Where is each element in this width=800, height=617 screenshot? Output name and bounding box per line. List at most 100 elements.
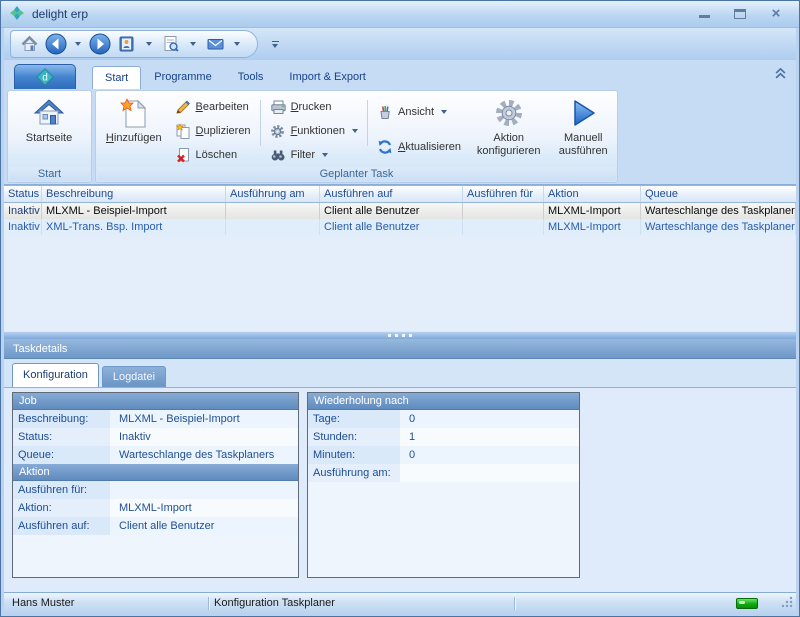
application-button[interactable]: d xyxy=(14,64,76,89)
close-button[interactable]: × xyxy=(769,7,783,21)
cell-status: Inaktiv xyxy=(4,219,42,235)
detail-row: Aktion: MLXML-Import xyxy=(13,499,298,517)
detail-row: Beschreibung: MLXML - Beispiel-Import xyxy=(13,410,298,428)
house-icon xyxy=(33,95,65,131)
maximize-button[interactable] xyxy=(733,7,747,21)
detail-row: Queue: Warteschlange des Taskplaners xyxy=(13,446,298,464)
statusbar-user: Hans Muster xyxy=(12,597,74,609)
column-header-aktion[interactable]: Aktion xyxy=(544,186,641,202)
column-header-status[interactable]: Status xyxy=(4,186,42,202)
ribbon-separator xyxy=(367,100,368,146)
tab-logdatei[interactable]: Logdatei xyxy=(102,366,166,387)
ribbon-group-geplanter-task: Hinzufügen Bearbeiten Duplizieren xyxy=(95,90,618,183)
detail-row: Ausführung am: xyxy=(308,464,579,482)
home-button[interactable] xyxy=(16,32,42,56)
taskdetails-tab-row: Konfiguration Logdatei xyxy=(4,359,796,388)
aktualisieren-button[interactable]: Aktualisieren xyxy=(372,137,466,157)
field-label: Ausführen auf: xyxy=(13,517,110,535)
hinzufuegen-label: Hinzufügen xyxy=(106,132,162,145)
back-dropdown-caret-icon[interactable] xyxy=(75,42,81,46)
toolbar-overflow-button[interactable] xyxy=(268,41,282,48)
column-header-ausfuehren-fuer[interactable]: Ausführen für xyxy=(463,186,544,202)
task-grid: Status Beschreibung Ausführung am Ausfüh… xyxy=(4,185,796,331)
address-book-icon xyxy=(118,35,136,53)
field-label: Stunden: xyxy=(308,428,400,446)
report-preview-button[interactable] xyxy=(158,32,184,56)
field-label: Status: xyxy=(13,428,110,446)
toolbar-overflow-icon xyxy=(272,41,279,42)
minimize-button[interactable] xyxy=(697,7,711,21)
bearbeiten-button[interactable]: Bearbeiten xyxy=(170,97,256,117)
tab-tools[interactable]: Tools xyxy=(225,66,277,89)
gear-large-icon xyxy=(493,95,525,131)
table-row[interactable]: Inaktiv XML-Trans. Bsp. Import Client al… xyxy=(4,219,796,235)
cell-ausfuehren-auf: Client alle Benutzer xyxy=(320,219,463,235)
view-actions-column: Ansicht Aktualisieren xyxy=(372,92,466,157)
window-frame: d Start Programme Tools Import & Export … xyxy=(1,28,799,616)
svg-text:d: d xyxy=(42,73,48,84)
tab-start[interactable]: Start xyxy=(92,66,141,89)
column-header-beschreibung[interactable]: Beschreibung xyxy=(42,186,226,202)
pen-cup-icon xyxy=(377,104,393,120)
startseite-label: Startseite xyxy=(26,132,72,145)
duplicate-pages-icon xyxy=(175,123,191,139)
funktionen-label: Funktionen xyxy=(291,125,345,137)
mail-button[interactable] xyxy=(202,32,228,56)
bearbeiten-label: Bearbeiten xyxy=(196,101,249,113)
contacts-button[interactable] xyxy=(114,32,140,56)
aktion-konfigurieren-button[interactable]: Aktion konfigurieren xyxy=(466,92,551,166)
mail-dropdown-caret-icon[interactable] xyxy=(234,42,240,46)
cell-beschreibung: MLXML - Beispiel-Import xyxy=(42,203,226,219)
ansicht-caret-icon xyxy=(441,110,447,114)
detail-row: Stunden: 1 xyxy=(308,428,579,446)
maximize-icon xyxy=(734,9,746,19)
ribbon-separator xyxy=(260,100,261,146)
tab-konfiguration[interactable]: Konfiguration xyxy=(12,363,99,387)
statusbar-separator xyxy=(208,597,209,610)
column-header-ausfuehren-auf[interactable]: Ausführen auf xyxy=(320,186,463,202)
tab-import-export[interactable]: Import & Export xyxy=(276,66,378,89)
report-dropdown-caret-icon[interactable] xyxy=(190,42,196,46)
chevron-up-double-icon xyxy=(775,68,786,79)
minimize-icon xyxy=(699,15,710,18)
panel-empty-area xyxy=(308,482,579,577)
table-row[interactable]: Inaktiv MLXML - Beispiel-Import Client a… xyxy=(4,203,796,219)
splitter-grip-icon xyxy=(388,334,391,337)
field-value xyxy=(110,481,298,499)
app-window: delight erp × xyxy=(0,0,800,617)
filter-button[interactable]: Filter xyxy=(265,145,363,165)
manuell-ausfuehren-button[interactable]: Manuell ausführen xyxy=(551,92,615,166)
hinzufuegen-button[interactable]: Hinzufügen xyxy=(98,92,170,166)
ansicht-button[interactable]: Ansicht xyxy=(372,102,466,122)
back-icon xyxy=(45,33,67,55)
loeschen-button[interactable]: Löschen xyxy=(170,145,256,165)
horizontal-splitter[interactable] xyxy=(4,331,796,339)
quick-access-toolbar xyxy=(4,28,796,60)
field-value: Inaktiv xyxy=(110,428,298,446)
funktionen-button[interactable]: Funktionen xyxy=(265,121,363,141)
column-header-queue[interactable]: Queue xyxy=(641,186,796,202)
tab-programme[interactable]: Programme xyxy=(141,66,224,89)
resize-grip[interactable] xyxy=(781,596,793,611)
drucken-label: Drucken xyxy=(291,101,332,113)
toolbar-overflow-caret-icon xyxy=(272,44,278,48)
field-label: Queue: xyxy=(13,446,110,464)
binoculars-icon xyxy=(270,147,286,163)
app-d-logo-icon: d xyxy=(35,67,55,87)
group-label-start: Start xyxy=(9,167,90,181)
titlebar: delight erp × xyxy=(1,1,799,28)
ribbon-collapse-button[interactable] xyxy=(775,68,786,82)
field-value: MLXML - Beispiel-Import xyxy=(110,410,298,428)
aktion-konfigurieren-label: Aktion konfigurieren xyxy=(466,132,551,158)
section-header-aktion: Aktion xyxy=(13,464,298,481)
contacts-dropdown-caret-icon[interactable] xyxy=(146,42,152,46)
back-button[interactable] xyxy=(43,32,69,56)
app-logo-icon xyxy=(9,5,25,24)
startseite-button[interactable]: Startseite xyxy=(10,92,88,166)
forward-button[interactable] xyxy=(87,32,113,56)
field-value: 0 xyxy=(400,446,579,464)
cell-beschreibung: XML-Trans. Bsp. Import xyxy=(42,219,226,235)
column-header-ausfuehrung-am[interactable]: Ausführung am xyxy=(226,186,320,202)
drucken-button[interactable]: Drucken xyxy=(265,97,363,117)
duplizieren-button[interactable]: Duplizieren xyxy=(170,121,256,141)
